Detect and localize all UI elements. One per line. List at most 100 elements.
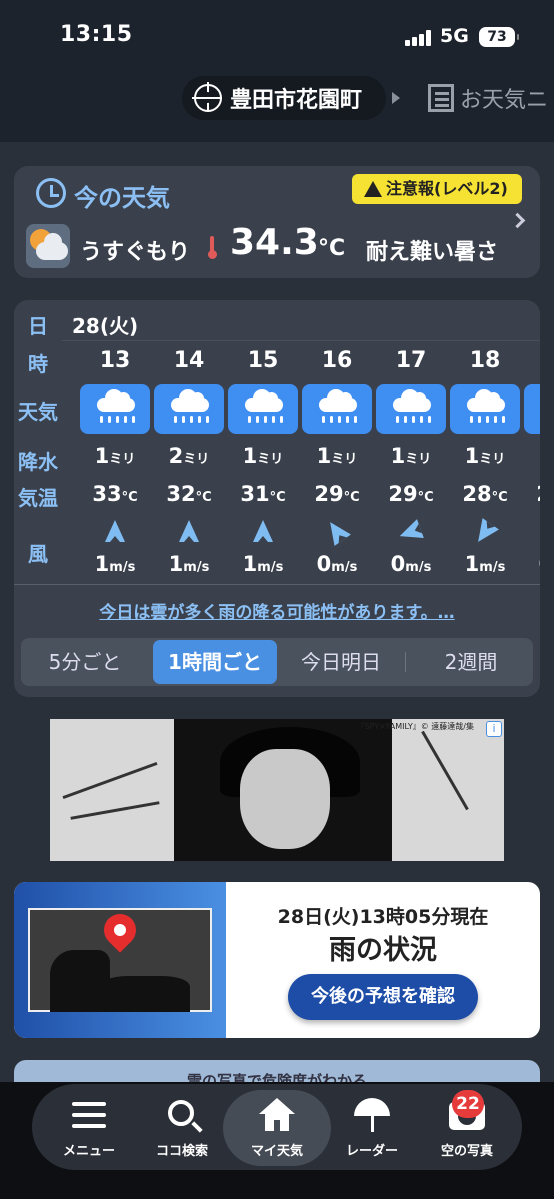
wind-direction-icon bbox=[322, 516, 352, 547]
warning-label: 注意報(レベル2) bbox=[386, 179, 508, 198]
bottom-nav: メニュー ココ検索 マイ天気 レーダー 空の写真 bbox=[32, 1084, 522, 1170]
precip-value: 2ミリ bbox=[168, 444, 210, 468]
current-weather-card[interactable]: 今の天気 注意報(レベル2) うすぐもり 34.3 °C 耐え難い暑さ bbox=[14, 166, 540, 278]
nav-radar-label: レーダー bbox=[345, 1144, 398, 1159]
label-day: 日 bbox=[28, 314, 48, 338]
rain-icon bbox=[450, 384, 520, 434]
precip-value: 1ミリ bbox=[464, 444, 506, 468]
home-icon bbox=[259, 1098, 295, 1132]
hour-label: 17 bbox=[395, 348, 427, 373]
character-face bbox=[240, 749, 330, 849]
temp-value: 33°C bbox=[92, 482, 138, 506]
wind-speed: 1m/s bbox=[94, 552, 136, 576]
search-icon bbox=[168, 1100, 194, 1126]
hour-label: 16 bbox=[321, 348, 353, 373]
hour-label: 18 bbox=[469, 348, 501, 373]
hourly-forecast-card: 日 時 天気 降水 気温 風 28(火) 13 1ミリ 33°C 1m/s 14 2ミリ 3… bbox=[14, 300, 540, 697]
rain-status-title: 雨の状況 bbox=[329, 935, 437, 966]
rain-icon bbox=[154, 384, 224, 434]
wind-direction-icon bbox=[470, 516, 500, 547]
hour-column: 14 2ミリ 32°C 1m/s bbox=[152, 340, 226, 584]
wind-speed: 1m/s bbox=[464, 552, 506, 576]
wind-direction-icon bbox=[253, 520, 273, 544]
tab-hourly[interactable]: 1時間ごと bbox=[153, 640, 277, 684]
nav-menu[interactable]: メニュー bbox=[41, 1084, 137, 1170]
news-tab-label: お天気ニ bbox=[460, 88, 549, 113]
rain-status-card[interactable]: 28日(火)13時05分現在 雨の状況 今後の予想を確認 bbox=[14, 882, 540, 1038]
temperature-unit: °C bbox=[318, 236, 346, 261]
label-wind: 風 bbox=[28, 542, 48, 566]
hour-label: 14 bbox=[173, 348, 205, 373]
hour-column: 16 1ミリ 29°C 0m/s bbox=[300, 340, 374, 584]
ad-info-icon[interactable]: i bbox=[486, 721, 502, 737]
nav-menu-label: メニュー bbox=[62, 1144, 115, 1159]
current-title: 今の天気 bbox=[74, 184, 170, 212]
wind-direction-icon bbox=[105, 520, 125, 544]
ad-credit: 『SPY×FAMILY』© 遠藤達哉/集 bbox=[356, 722, 474, 731]
wind-speed: 1m/s bbox=[242, 552, 284, 576]
wind-speed: 1m/s bbox=[168, 552, 210, 576]
precip-value: 1ミリ bbox=[94, 444, 136, 468]
current-temperature: 34.3 bbox=[230, 222, 319, 263]
tab-5min[interactable]: 5分ごと bbox=[21, 638, 149, 686]
wind-direction-icon bbox=[396, 518, 425, 545]
wind-speed: 0m/s bbox=[390, 552, 432, 576]
tab-2weeks[interactable]: 2週間 bbox=[409, 638, 533, 686]
current-condition: うすぐもり bbox=[80, 240, 191, 265]
warning-badge[interactable]: 注意報(レベル2) bbox=[352, 174, 522, 204]
precip-value: 1ミリ bbox=[316, 444, 358, 468]
news-tab[interactable]: お天気ニ bbox=[428, 82, 554, 114]
location-name: 豊田市花園町 bbox=[230, 88, 363, 113]
newspaper-icon bbox=[428, 84, 454, 112]
partly-cloudy-icon bbox=[26, 224, 70, 268]
wind-speed: 0m/s bbox=[522, 552, 540, 576]
tab-today-tomorrow[interactable]: 今日明日 bbox=[281, 638, 401, 686]
status-bar: 13:15 5G 73 bbox=[0, 0, 554, 70]
temp-value: 32°C bbox=[166, 482, 212, 506]
hour-label: 15 bbox=[247, 348, 279, 373]
hour-label: 1 bbox=[522, 348, 540, 373]
wind-speed: 0m/s bbox=[316, 552, 358, 576]
status-time: 13:15 bbox=[60, 22, 133, 47]
rain-icon bbox=[228, 384, 298, 434]
map-pin-icon bbox=[97, 907, 143, 953]
chevron-right-icon bbox=[509, 212, 526, 229]
rain-icon bbox=[80, 384, 150, 434]
hour-column: 18 1ミリ 28°C 1m/s bbox=[448, 340, 522, 584]
manga-ad-banner[interactable]: 『SPY×FAMILY』© 遠藤達哉/集 i bbox=[50, 719, 504, 861]
network-label: 5G bbox=[440, 25, 469, 47]
temp-value: 28°C bbox=[462, 482, 508, 506]
hourly-columns[interactable]: 13 1ミリ 33°C 1m/s 14 2ミリ 32°C 1m/s 15 1ミリ 31°C 1m/s 1… bbox=[62, 340, 540, 584]
rain-icon bbox=[376, 384, 446, 434]
temp-value: 29°C bbox=[388, 482, 434, 506]
label-temp: 気温 bbox=[18, 486, 58, 510]
row-labels: 日 時 天気 降水 気温 風 bbox=[14, 300, 62, 584]
thermometer-icon bbox=[208, 236, 217, 260]
precip-value: 1ミリ bbox=[522, 444, 540, 468]
precip-value: 1ミリ bbox=[242, 444, 284, 468]
notification-badge: 22 bbox=[452, 1090, 484, 1118]
hour-label: 13 bbox=[99, 348, 131, 373]
location-selector[interactable]: 豊田市花園町 bbox=[182, 76, 386, 120]
precip-value: 1ミリ bbox=[390, 444, 432, 468]
nav-sky-photo-label: 空の写真 bbox=[440, 1144, 493, 1159]
clock-icon bbox=[36, 178, 66, 208]
heat-feel-label: 耐え難い暑さ bbox=[366, 240, 499, 265]
label-precip: 降水 bbox=[18, 450, 58, 474]
nav-my-weather-label: マイ天気 bbox=[250, 1144, 303, 1159]
rain-icon bbox=[302, 384, 372, 434]
nav-my-weather[interactable]: マイ天気 bbox=[223, 1084, 331, 1170]
forecast-check-button[interactable]: 今後の予想を確認 bbox=[288, 974, 478, 1020]
radar-map-thumbnail bbox=[28, 907, 212, 1012]
nav-radar[interactable]: レーダー bbox=[324, 1084, 420, 1170]
hour-column: 15 1ミリ 31°C 1m/s bbox=[226, 340, 300, 584]
crosshair-icon bbox=[192, 82, 222, 112]
forecast-summary-link[interactable]: 今日は雲が多く雨の降る可能性があります。… bbox=[14, 598, 540, 623]
temp-value: 29°C bbox=[314, 482, 360, 506]
rain-icon bbox=[524, 384, 540, 434]
wind-direction-icon bbox=[179, 520, 199, 544]
nav-search[interactable]: ココ検索 bbox=[134, 1084, 230, 1170]
temp-value: 31°C bbox=[240, 482, 286, 506]
label-hour: 時 bbox=[28, 352, 48, 376]
signal-icon bbox=[405, 30, 433, 46]
